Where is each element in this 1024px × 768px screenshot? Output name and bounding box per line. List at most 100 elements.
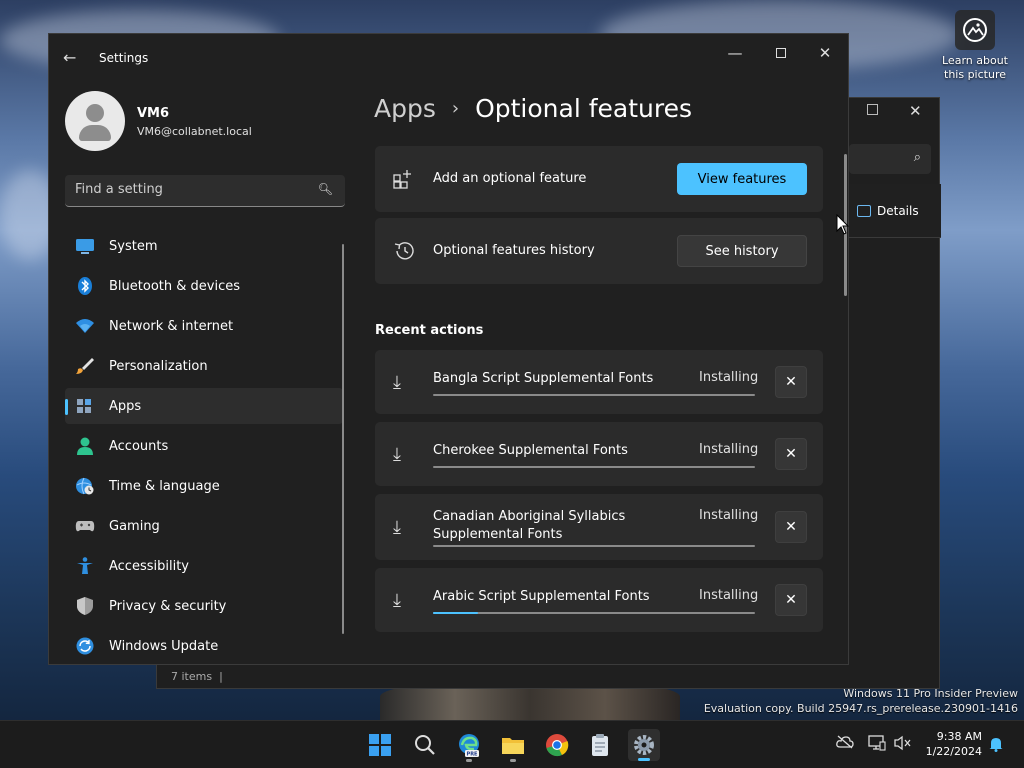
sidebar-item-label: Gaming xyxy=(109,518,160,534)
cancel-install-button[interactable]: ✕ xyxy=(775,438,807,470)
details-label: Details xyxy=(877,204,919,218)
sidebar-item-bluetooth[interactable]: Bluetooth & devices xyxy=(65,268,343,304)
file-explorer-button[interactable] xyxy=(497,729,529,762)
sidebar-item-accessibility[interactable]: Accessibility xyxy=(65,548,343,584)
sidebar-item-network[interactable]: Network & internet xyxy=(65,308,343,344)
avatar[interactable] xyxy=(65,91,125,151)
background-search-box[interactable]: ⌕ xyxy=(849,144,931,174)
learn-about-picture-label: Learn about this picture xyxy=(942,54,1008,81)
status-bar-count: 7 items | xyxy=(171,670,223,683)
install-status: Installing xyxy=(699,588,759,603)
cancel-install-button[interactable]: ✕ xyxy=(775,584,807,616)
edge-browser-button[interactable]: PRE xyxy=(453,729,485,762)
recent-action-item: ⤓ Canadian Aboriginal Syllabics Suppleme… xyxy=(375,494,823,560)
progress-fill xyxy=(433,612,479,614)
view-features-button[interactable]: View features xyxy=(677,163,807,195)
recent-action-item: ⤓ Cherokee Supplemental Fonts Installing… xyxy=(375,422,823,486)
see-history-button[interactable]: See history xyxy=(677,235,807,267)
install-status: Installing xyxy=(699,508,759,523)
gamepad-icon xyxy=(75,521,95,532)
avatar-head xyxy=(86,104,104,122)
sidebar-item-accounts[interactable]: Accounts xyxy=(65,428,343,464)
sidebar-item-gaming[interactable]: Gaming xyxy=(65,508,343,544)
details-button[interactable]: Details xyxy=(857,204,919,218)
download-icon: ⤓ xyxy=(393,372,401,393)
taskbar-clock[interactable]: 9:38 AM 1/22/2024 xyxy=(924,729,982,759)
gear-icon xyxy=(634,735,654,755)
feature-name: Canadian Aboriginal Syllabics Supplement… xyxy=(433,509,626,542)
download-icon: ⤓ xyxy=(393,517,401,538)
add-optional-feature-card: Add an optional feature View features xyxy=(375,146,823,212)
network-icon[interactable] xyxy=(868,735,886,755)
settings-taskbar-button[interactable] xyxy=(628,729,660,761)
wifi-icon xyxy=(76,319,94,333)
user-name: VM6 xyxy=(137,106,170,121)
settings-window[interactable]: ← Settings — ✕ VM6 VM6@collabnet.local 🔍… xyxy=(48,33,849,665)
maximize-button[interactable] xyxy=(761,38,801,68)
title-bar[interactable]: ← Settings — ✕ xyxy=(49,34,848,82)
breadcrumb: Apps › Optional features xyxy=(374,94,692,123)
page-title: Optional features xyxy=(475,94,693,123)
sidebar-item-apps[interactable]: Apps xyxy=(65,388,343,424)
mouse-cursor-icon xyxy=(836,214,850,235)
window-title: Settings xyxy=(99,51,149,65)
taskbar-search-button[interactable] xyxy=(409,729,441,761)
background-close-button[interactable]: ✕ xyxy=(909,102,922,120)
find-setting-box[interactable]: 🔍︎ xyxy=(65,175,345,207)
cancel-install-button[interactable]: ✕ xyxy=(775,511,807,543)
notepad-button[interactable] xyxy=(584,729,616,761)
clock-time: 9:38 AM xyxy=(936,730,982,743)
sidebar-item-windows-update[interactable]: Windows Update xyxy=(65,628,343,664)
system-icon xyxy=(76,239,94,254)
add-feature-label: Add an optional feature xyxy=(433,171,587,186)
history-icon xyxy=(394,242,414,260)
breadcrumb-parent[interactable]: Apps xyxy=(374,94,436,123)
windows-logo-icon xyxy=(369,734,391,756)
brush-icon xyxy=(76,358,94,374)
feature-name: Arabic Script Supplemental Fonts xyxy=(433,589,650,604)
sidebar-item-privacy-security[interactable]: Privacy & security xyxy=(65,588,343,624)
install-status: Installing xyxy=(699,442,759,457)
person-icon xyxy=(77,437,93,455)
feature-name: Bangla Script Supplemental Fonts xyxy=(433,371,654,386)
volume-muted-icon[interactable] xyxy=(894,735,912,755)
sidebar-item-label: System xyxy=(109,238,158,254)
chrome-browser-button[interactable] xyxy=(541,729,573,761)
cloud-offline-icon[interactable] xyxy=(836,735,854,753)
camera-icon xyxy=(955,10,995,50)
cancel-install-button[interactable]: ✕ xyxy=(775,366,807,398)
sidebar-item-time-language[interactable]: Time & language xyxy=(65,468,343,504)
background-maximize-button[interactable] xyxy=(867,104,878,115)
accessibility-icon xyxy=(77,557,93,574)
search-icon: 🔍︎ xyxy=(317,182,333,196)
sidebar-item-label: Personalization xyxy=(109,358,208,374)
svg-text:PRE: PRE xyxy=(467,752,479,757)
download-icon: ⤓ xyxy=(393,590,401,611)
apps-icon xyxy=(77,399,91,413)
close-button[interactable]: ✕ xyxy=(805,38,845,68)
install-progress-bar xyxy=(433,545,755,547)
sidebar-item-label: Windows Update xyxy=(109,638,219,654)
sidebar-item-system[interactable]: System xyxy=(65,228,343,264)
avatar-body xyxy=(79,125,111,141)
find-setting-input[interactable] xyxy=(75,182,305,197)
sidebar-item-label: Time & language xyxy=(109,478,220,494)
watermark-line: Evaluation copy. Build 25947.rs_prerelea… xyxy=(703,702,1018,715)
install-progress-bar xyxy=(433,394,755,396)
sidebar-item-personalization[interactable]: Personalization xyxy=(65,348,343,384)
start-button[interactable] xyxy=(364,729,396,761)
learn-about-picture-shortcut[interactable]: Learn about this picture xyxy=(940,10,1010,82)
close-icon: ✕ xyxy=(785,519,797,535)
back-button[interactable]: ← xyxy=(63,48,76,67)
install-progress-bar xyxy=(433,466,755,468)
close-icon: ✕ xyxy=(785,446,797,462)
sidebar-item-label: Accounts xyxy=(109,438,169,454)
recent-action-item: ⤓ Arabic Script Supplemental Fonts Insta… xyxy=(375,568,823,632)
minimize-button[interactable]: — xyxy=(715,38,755,68)
sidebar-scrollbar[interactable] xyxy=(342,244,344,634)
sidebar-nav: System Bluetooth & devices Network & int… xyxy=(65,228,343,664)
sidebar-item-label: Apps xyxy=(109,398,142,414)
notification-bell-icon[interactable] xyxy=(988,736,1004,756)
download-icon: ⤓ xyxy=(393,444,401,465)
items-count: 7 items xyxy=(171,670,213,683)
